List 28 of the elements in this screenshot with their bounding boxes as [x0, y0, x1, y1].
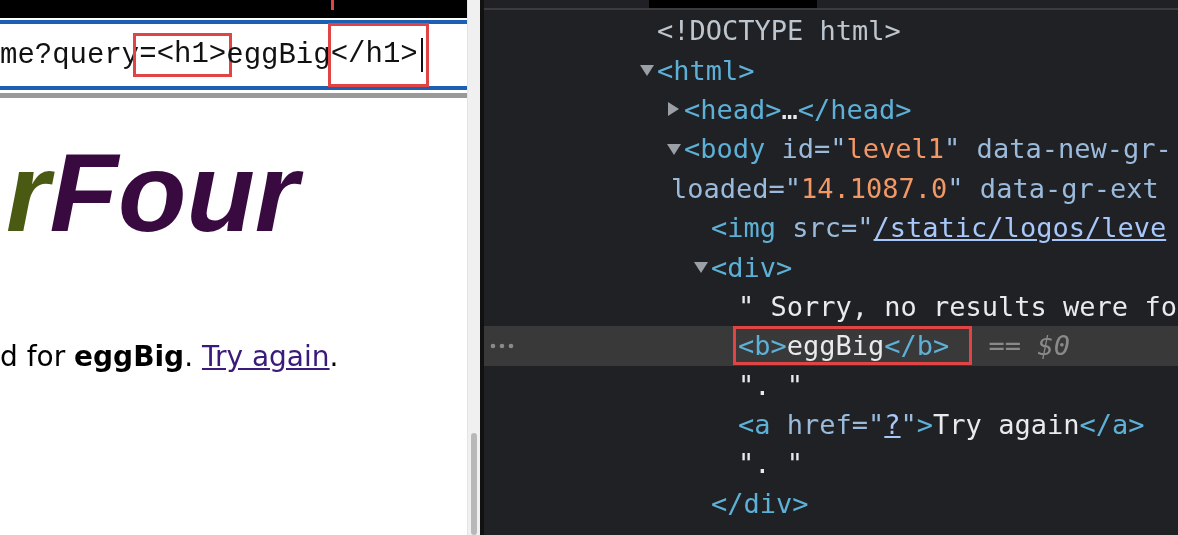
code-text: <a href="?">Try again</a>	[738, 409, 1145, 441]
code-text: == $0	[987, 330, 1070, 362]
more-icon[interactable]	[490, 343, 514, 350]
logo: rFour	[0, 126, 323, 261]
annotation-mark	[331, 0, 334, 10]
selected-row[interactable]: <b>eggBig</b> == $0	[484, 326, 1178, 366]
code-text: <head>…</head>	[684, 93, 912, 125]
expanded-triangle-icon[interactable]	[667, 142, 681, 155]
expanded-triangle-icon[interactable]	[694, 261, 708, 274]
highlighted-url-text: </h1>	[327, 23, 429, 87]
code-text: <body id="level1" data-new-gr-	[684, 133, 1172, 165]
try-again-link[interactable]: Try again	[201, 340, 330, 374]
code-text: loaded="14.1087.0" data-gr-ext	[671, 172, 1159, 204]
code-text: ". "	[738, 448, 804, 480]
text-cursor	[420, 38, 423, 72]
code-text: ". "	[738, 369, 804, 401]
scrollbar[interactable]	[467, 0, 480, 535]
code-text: <!DOCTYPE html>	[657, 15, 901, 47]
result-message: d for eggBig. Try again.	[0, 340, 340, 374]
expanded-triangle-icon[interactable]	[640, 64, 654, 77]
code-text: <div>	[711, 251, 793, 283]
collapsed-triangle-icon[interactable]	[667, 102, 679, 117]
code-text: " Sorry, no results were fo	[738, 290, 1177, 322]
scrollbar-thumb[interactable]	[471, 433, 478, 535]
code-text: <img src="/static/logos/leve	[711, 212, 1167, 244]
code-text: <html>	[657, 54, 755, 86]
highlighted-code: <b>eggBig</b>	[733, 326, 973, 366]
code-text: </div>	[711, 487, 809, 519]
